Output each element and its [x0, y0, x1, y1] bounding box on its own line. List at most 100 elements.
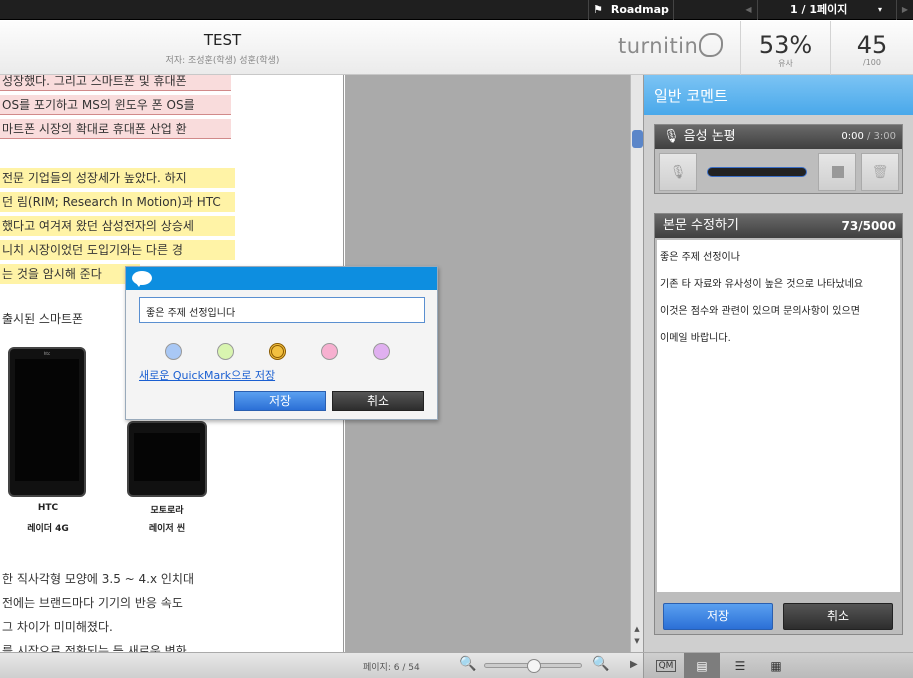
color-swatch-purple[interactable]: [373, 343, 390, 360]
voice-elapsed: 0:00: [841, 131, 864, 142]
comment-cancel-button[interactable]: 취소: [783, 603, 893, 630]
app-window: ⚑ Roadmap ◀ 1 / 1페이지 ▾ ▶ TEST 저자: 조성훈(학생…: [0, 0, 913, 678]
voice-time: 0:00 / 3:00: [841, 125, 896, 149]
next-page-button[interactable]: ▶: [896, 0, 913, 20]
quickmark-header: [126, 267, 437, 290]
color-swatch-yellow[interactable]: [269, 343, 286, 360]
voice-total: / 3:00: [863, 131, 896, 142]
text-comment-box: 본문 수정하기 73/5000 좋은 주제 선정이나 기존 타 자료와 유사성이…: [654, 213, 903, 635]
comment-line: 좋은 주제 선정이나: [660, 252, 740, 263]
save-as-quickmark-link[interactable]: 새로운 QuickMark으로 저장: [139, 367, 275, 383]
phone-image-motorola: [127, 421, 207, 497]
top-bar: ⚑ Roadmap ◀ 1 / 1페이지 ▾ ▶: [0, 0, 913, 20]
text-comment-title: 본문 수정하기: [663, 218, 739, 233]
comment-save-button[interactable]: 저장: [663, 603, 773, 630]
roadmap-label: Roadmap: [610, 3, 669, 16]
phone-caption-brand: 모토로라: [150, 506, 184, 516]
similarity-label: 유사: [778, 59, 793, 68]
panel-title: 일반 코멘트: [644, 75, 913, 115]
doc-line[interactable]: 마트폰 시장의 확대로 휴대폰 산업 환: [0, 119, 231, 139]
document-author: 저자: 조성훈(학생) 성훈(학생): [165, 56, 280, 66]
comment-icon: ▤: [696, 659, 708, 673]
doc-line: 한 직사각형 모양에 3.5 ~ 4.x 인치대: [2, 572, 195, 586]
delete-recording-button[interactable]: 🗑: [861, 153, 899, 191]
doc-line[interactable]: 했다고 여겨져 왔던 삼성전자의 상승세: [0, 216, 235, 236]
trash-icon: 🗑: [871, 165, 889, 180]
voice-comment-box: 🎙 음성 논평 0:00 / 3:00 🎙 🗑: [654, 124, 903, 194]
roadmap-icon: ⚑: [593, 3, 603, 16]
grading-tab[interactable]: ▦: [758, 653, 794, 678]
page-label: 1 / 1페이지: [790, 3, 848, 16]
doc-line: 전에는 브랜드마다 기기의 반응 속도: [2, 596, 183, 610]
similarity-value: 53%: [758, 31, 813, 59]
score-label: /100: [863, 58, 881, 67]
quickmark-cancel-button[interactable]: 취소: [332, 391, 424, 411]
comment-line: 이것은 점수와 관련이 있으며 문의사항이 있으면: [660, 306, 860, 317]
turnitin-logo: turnitin: [618, 33, 724, 58]
comment-panel: 일반 코멘트 🎙 음성 논평 0:00 / 3:00 🎙 🗑 본문 수정하기 7…: [643, 75, 913, 652]
character-count: 73/5000: [841, 219, 896, 233]
doc-line[interactable]: 니치 시장이었던 도입기와는 다른 경: [0, 240, 235, 260]
panel-tool-tabs: QM ▤ ☰ ▦: [643, 653, 913, 678]
header: TEST 저자: 조성훈(학생) 성훈(학생) turnitin 53% 유사 …: [0, 21, 913, 75]
zoom-slider[interactable]: [484, 659, 582, 673]
record-button[interactable]: 🎙: [659, 153, 697, 191]
phone-caption-model: 레이더 4G: [27, 524, 69, 534]
comment-line: 이메일 바랍니다.: [660, 333, 731, 344]
quickmark-popup: 좋은 주제 선정입니다 새로운 QuickMark으로 저장 저장 취소: [125, 266, 438, 420]
color-swatch-blue[interactable]: [165, 343, 182, 360]
panel-toggle-icon[interactable]: ▶: [630, 659, 638, 670]
color-swatch-pink[interactable]: [321, 343, 338, 360]
zoom-in-icon[interactable]: 🔍: [592, 656, 609, 672]
list-icon: ☰: [734, 659, 746, 673]
voice-title: 음성 논평: [683, 129, 736, 144]
brand-text: turnitin: [618, 34, 699, 58]
zoom-slider-handle[interactable]: [527, 659, 541, 673]
page-info: 페이지: 6 / 54: [363, 663, 420, 673]
color-swatch-green[interactable]: [217, 343, 234, 360]
quickmark-comment-input[interactable]: 좋은 주제 선정입니다: [139, 297, 425, 323]
turnitin-logo-icon: [699, 33, 724, 57]
doc-line[interactable]: OS를 포기하고 MS의 윈도우 폰 OS를: [0, 95, 231, 115]
document-scrollbar[interactable]: ▲ ▼: [630, 75, 643, 652]
grid-icon: ▦: [770, 659, 782, 673]
comment-bubble-icon: [132, 271, 152, 287]
mic-icon: 🎙: [663, 129, 680, 144]
comment-tab[interactable]: ▤: [684, 653, 720, 678]
quickmark-tab[interactable]: QM: [648, 653, 684, 678]
doc-line[interactable]: 성장했다. 그리고 스마트폰 및 휴대폰: [0, 75, 231, 91]
doc-line: 를 시장으로 전환되는 등 새로운 변화: [2, 644, 187, 652]
score-box[interactable]: 45 /100: [830, 21, 913, 75]
record-mic-icon: 🎙: [669, 165, 687, 180]
zoom-out-icon[interactable]: 🔍: [459, 656, 476, 672]
doc-line: 출시된 스마트폰: [2, 312, 84, 326]
phone-image-htc: htc: [8, 347, 86, 497]
doc-line[interactable]: 는 것을 암시해 준다: [0, 264, 140, 284]
scrollbar-thumb[interactable]: [632, 130, 643, 148]
bottom-bar: 페이지: 6 / 54 🔍 🔍 ▶ QM ▤ ☰ ▦: [0, 652, 913, 678]
roadmap-button[interactable]: ⚑ Roadmap: [588, 0, 674, 20]
comment-line: 기존 타 자료와 유사성이 높은 것으로 나타났네요: [660, 279, 864, 290]
text-comment-header: 본문 수정하기 73/5000: [655, 214, 902, 238]
page-dropdown-icon[interactable]: ▾: [878, 0, 882, 20]
doc-line[interactable]: 던 림(RIM; Research In Motion)과 HTC: [0, 192, 235, 212]
stop-icon: [832, 166, 844, 178]
similarity-box[interactable]: 53% 유사: [740, 21, 830, 75]
doc-line[interactable]: 전문 기업들의 성장세가 높았다. 하지: [0, 168, 235, 188]
phone-caption-model: 레이저 씬: [148, 524, 186, 534]
voice-progress-track[interactable]: [707, 167, 807, 177]
phone-caption-brand: HTC: [37, 503, 59, 513]
document-title: TEST: [203, 31, 242, 49]
list-tab[interactable]: ☰: [722, 653, 758, 678]
voice-header: 🎙 음성 논평 0:00 / 3:00: [655, 125, 902, 149]
scroll-up-icon[interactable]: ▲: [631, 625, 643, 635]
prev-page-button[interactable]: ◀: [740, 0, 758, 20]
stop-button[interactable]: [818, 153, 856, 191]
score-value: 45: [856, 31, 888, 59]
scroll-down-icon[interactable]: ▼: [631, 637, 643, 647]
quickmark-save-button[interactable]: 저장: [234, 391, 326, 411]
comment-textarea[interactable]: 좋은 주제 선정이나 기존 타 자료와 유사성이 높은 것으로 나타났네요 이것…: [657, 240, 900, 592]
doc-line: 그 차이가 미미해졌다.: [2, 620, 113, 634]
page-selector: ◀ 1 / 1페이지 ▾ ▶: [740, 0, 913, 20]
quickmark-tab-label: QM: [655, 660, 677, 672]
